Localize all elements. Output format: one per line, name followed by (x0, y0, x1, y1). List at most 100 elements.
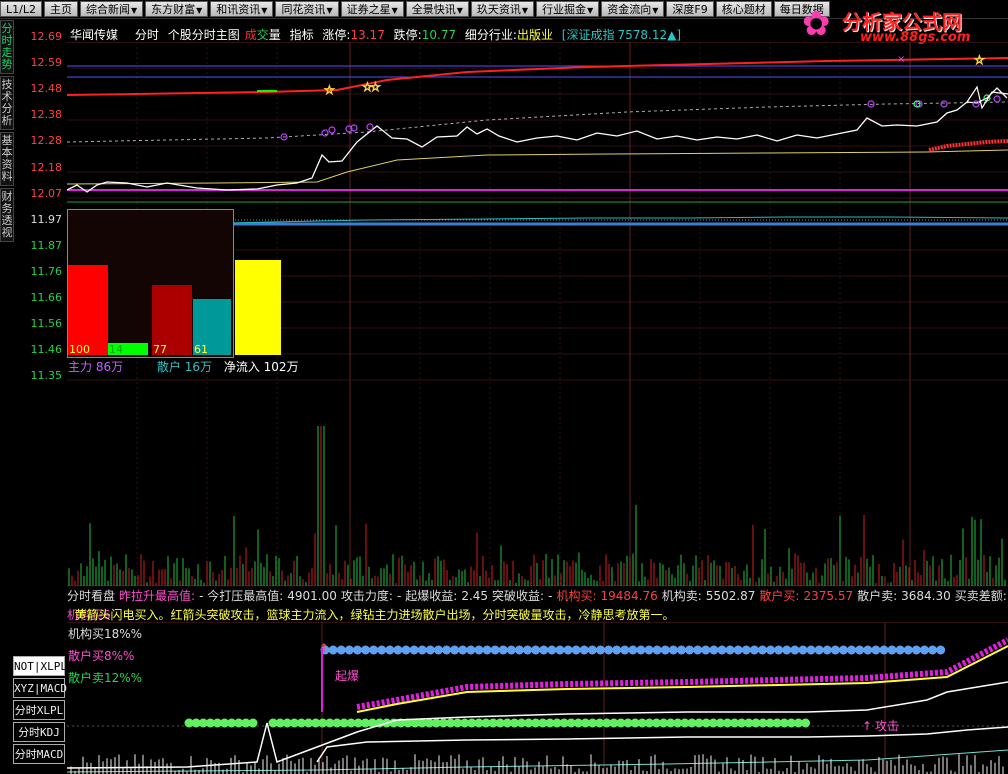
menu-item-6[interactable]: 证券之星▼ (340, 1, 404, 17)
info-item: 2.45 (461, 589, 489, 603)
price-tick: 12.69 (30, 30, 63, 43)
menu-label: 深度F9 (672, 3, 708, 16)
indicator-button-1[interactable]: XYZ|MACD (13, 678, 67, 698)
menu-item-0[interactable]: L1/L2 (0, 1, 42, 17)
flow-bar-value: 61 (194, 343, 208, 356)
chevron-down-icon: ▼ (652, 6, 659, 15)
menu-item-7[interactable]: 全景快讯▼ (405, 1, 469, 17)
price-tick: 11.76 (30, 264, 63, 278)
flow-bar-value: 77 (153, 343, 167, 356)
menu-item-5[interactable]: 同花资讯▼ (275, 1, 339, 17)
menu-item-12[interactable]: 核心题材 (715, 1, 772, 17)
gongji-annotation: 攻击 (875, 719, 899, 733)
chart-title-bar: 华闻传媒 分时 个股分时主图 成交量 指标 涨停:13.17 跌停:10.77 细… (70, 26, 686, 43)
side-tab-0[interactable]: 分时走势 (0, 20, 14, 74)
side-tab-1[interactable]: 技术分析 (0, 76, 14, 130)
chevron-down-icon: ▼ (326, 6, 333, 15)
menu-item-11[interactable]: 深度F9 (666, 1, 714, 17)
menu-label: 证券之星 (346, 3, 391, 16)
svg-text:↑: ↑ (319, 641, 329, 655)
menu-item-2[interactable]: 综合新闻▼ (79, 1, 144, 17)
menu-label: 同花资讯 (281, 3, 326, 16)
legend-item: 机构买18%% (68, 627, 143, 641)
menu-label: L1/L2 (6, 3, 36, 16)
svg-text:☆: ☆ (324, 83, 335, 97)
purple-markers (280, 95, 1001, 141)
menu-label: 综合新闻 (85, 3, 130, 16)
info-item: 机构卖: (661, 589, 702, 603)
chevron-down-icon: ▼ (130, 6, 138, 15)
svg-text:☆: ☆ (370, 80, 381, 94)
flow-bar-value: 100 (69, 343, 90, 356)
chevron-down-icon: ▼ (196, 6, 203, 15)
indicator-chart: ↑ 起爆 ↑ 攻击 (67, 622, 1008, 774)
info-item: - (548, 589, 553, 603)
menu-label: 和讯资讯 (216, 3, 261, 16)
qibao-annotation: 起爆 (335, 669, 359, 683)
side-tab-3[interactable]: 财务透视 (0, 188, 14, 242)
info-item: 5502.87 (705, 589, 756, 603)
limit-down-value: 10.77 (421, 28, 457, 42)
indicator-button-3[interactable]: 分时KDJ (13, 722, 65, 742)
menu-item-3[interactable]: 东方财富▼ (145, 1, 209, 17)
price-tick: 11.56 (30, 317, 63, 331)
info-item: 分时看盘 (67, 589, 116, 603)
flow-bar-4 (235, 260, 281, 355)
liang-label: 量 (268, 28, 281, 42)
indicator-button-4[interactable]: 分时MACD (13, 744, 65, 764)
stock-name: 华闻传媒 (70, 28, 119, 42)
volume-bars (68, 426, 1006, 586)
menu-item-1[interactable]: 主页 (43, 1, 78, 17)
info-item: 攻击力度: (340, 589, 393, 603)
price-line (67, 87, 1008, 193)
info-item: 机构买: (556, 589, 597, 603)
indicator-buttons: NOT|XLPL XYZ|MACD 分时XLPL 分时KDJ 分时MACD (13, 656, 67, 766)
price-tick: 11.46 (30, 343, 63, 357)
price-tick: 12.59 (30, 56, 63, 70)
menu-item-4[interactable]: 和讯资讯▼ (210, 1, 274, 17)
flow-bar-0 (68, 265, 108, 355)
price-tick: 11.66 (30, 291, 63, 304)
menu-label: 全景快讯 (411, 3, 456, 16)
indicator-label[interactable]: 指标 (290, 28, 314, 42)
chevron-down-icon: ▼ (587, 6, 594, 15)
yellow-avg-line (67, 149, 1008, 185)
dashed-white-line (67, 101, 1008, 143)
mode-label[interactable]: 分时 (135, 28, 159, 42)
chevron-down-icon: ▼ (456, 6, 463, 15)
flow-bar-value: 14 (109, 343, 123, 356)
industry-value: 出版业 (516, 28, 553, 42)
menu-item-8[interactable]: 玖天资讯▼ (470, 1, 535, 17)
side-tabs: 分时走势技术分析基本资料财务透视 (0, 20, 14, 270)
menu-item-10[interactable]: 资金流向▼ (601, 1, 665, 17)
svg-text:×: × (897, 54, 905, 65)
price-tick: 11.97 (30, 212, 63, 226)
svg-text:☆: ☆ (974, 53, 985, 67)
jiao-label: 交 (256, 28, 269, 42)
chevron-down-icon: ▼ (521, 6, 529, 15)
money-flow-bars: 100 14 77 61 (68, 260, 281, 356)
index-arrow: ▲] (667, 28, 682, 42)
svg-text:↑: ↑ (862, 719, 872, 733)
price-tick: 11.35 (30, 369, 63, 383)
price-tick: 12.38 (30, 108, 63, 122)
legend-item: 散户买8%% (68, 649, 135, 663)
indicator-legend: 机构买18%% 散户买8%% 散户卖12%% (68, 626, 142, 686)
cyan-line (226, 216, 1008, 224)
view-label: 个股分时主图 (167, 28, 240, 42)
signal-description: 机构买6 黄箭头闪电买入。红箭头突破攻击，篮球主力流入，绿钻主力进场散户出场，分… (67, 606, 714, 623)
info-item: 散户卖: (857, 589, 898, 603)
info-item: 散户买: (759, 589, 800, 603)
indicator-button-2[interactable]: 分时XLPL (13, 700, 65, 720)
side-tab-2[interactable]: 基本资料 (0, 132, 14, 186)
chevron-down-icon: ▼ (261, 6, 268, 15)
net-inflow-label: 净流入 102万 (223, 360, 299, 374)
money-flow-labels: 主力 86万 散户 16万 净流入 102万 (68, 358, 299, 375)
sanhu-label: 散户 16万 (156, 360, 213, 374)
index-label: [深证成指 (561, 28, 615, 42)
menu-item-9[interactable]: 行业掘金▼ (536, 1, 600, 17)
price-tick: 12.28 (30, 134, 63, 148)
indicator-button-0[interactable]: NOT|XLPL (13, 656, 67, 676)
industry-label: 细分行业: (464, 28, 517, 42)
limit-up-value: 13.17 (350, 28, 385, 42)
